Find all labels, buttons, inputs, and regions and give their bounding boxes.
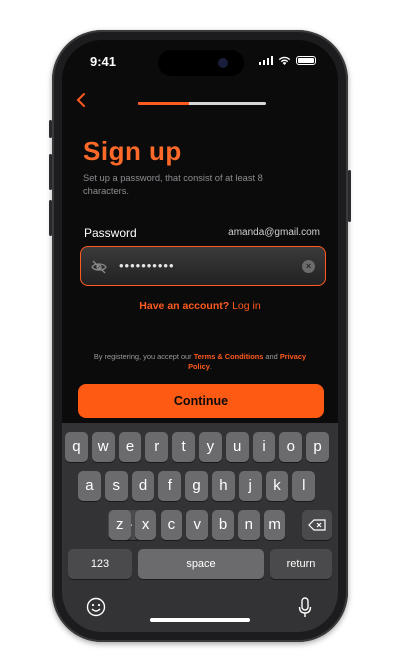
terms-text: By registering, you accept our Terms & C… (88, 352, 312, 372)
delete-key[interactable] (302, 510, 332, 540)
key-n[interactable]: n (238, 510, 260, 540)
screen: 9:41 Sign up Set up a password, that con… (62, 40, 338, 632)
login-prompt: Have an account? Log in (62, 300, 338, 312)
back-button[interactable] (76, 92, 86, 112)
key-e[interactable]: e (118, 432, 142, 462)
eye-off-icon[interactable] (91, 259, 107, 275)
page-subtitle: Set up a password, that consist of at le… (83, 173, 263, 196)
key-i[interactable]: i (252, 432, 276, 462)
numbers-key[interactable]: 123 (68, 549, 132, 579)
signal-icon (258, 56, 273, 65)
terms-link[interactable]: Terms & Conditions (194, 352, 264, 361)
email-display: amanda@gmail.com (228, 227, 320, 238)
key-v[interactable]: v (186, 510, 208, 540)
key-t[interactable]: t (172, 432, 195, 462)
key-g[interactable]: g (185, 471, 208, 501)
status-icons (258, 56, 316, 65)
battery-icon (296, 56, 316, 65)
key-h[interactable]: h (212, 471, 235, 501)
key-u[interactable]: u (225, 432, 249, 462)
return-key[interactable]: return (270, 549, 332, 579)
phone-frame: 9:41 Sign up Set up a password, that con… (49, 30, 351, 642)
key-c[interactable]: c (160, 510, 183, 540)
dynamic-island (158, 50, 244, 76)
key-d[interactable]: d (131, 471, 155, 501)
key-r[interactable]: r (145, 432, 169, 462)
space-key[interactable]: space (138, 549, 264, 579)
password-field[interactable]: •••••••••• × (80, 246, 326, 286)
power-button (348, 170, 351, 222)
emoji-face-icon (86, 597, 106, 617)
key-w[interactable]: w (91, 432, 115, 462)
key-x[interactable]: x (134, 510, 157, 540)
page-title: Sign up (83, 136, 182, 166)
key-a[interactable]: a (78, 471, 101, 501)
home-indicator (150, 618, 250, 622)
emoji-icon[interactable] (86, 597, 106, 622)
terms-prefix: By registering, you accept our (93, 352, 194, 361)
login-link[interactable]: Log in (232, 300, 261, 312)
keyboard: 123 space return qwertyuiop asdfghjkl zxcv… (62, 423, 338, 632)
microphone-icon[interactable] (298, 597, 312, 624)
key-p[interactable]: p (306, 432, 329, 462)
key-z[interactable]: z (109, 510, 131, 540)
continue-button[interactable]: Continue (78, 384, 324, 418)
have-account-text: Have an account? (139, 300, 230, 312)
mic-icon (298, 597, 312, 617)
wifi-icon (278, 56, 291, 65)
key-q[interactable]: q (65, 432, 88, 462)
clear-icon[interactable]: × (302, 260, 315, 273)
signup-progress-bar (138, 102, 266, 105)
backspace-icon (308, 519, 326, 531)
key-y[interactable]: y (199, 432, 222, 462)
camera-icon (218, 58, 228, 68)
volume-up-button (49, 154, 52, 190)
key-s[interactable]: s (104, 471, 128, 501)
key-b[interactable]: b (212, 510, 234, 540)
key-o[interactable]: o (279, 432, 303, 462)
terms-suffix: . (209, 362, 212, 371)
key-j[interactable]: j (238, 471, 262, 501)
key-k[interactable]: k (265, 471, 289, 501)
status-time: 9:41 (90, 54, 117, 69)
key-l[interactable]: l (292, 471, 316, 501)
progress-fill (138, 102, 190, 105)
mute-switch (49, 120, 52, 138)
key-f[interactable]: f (158, 471, 182, 501)
password-label: Password (84, 226, 137, 240)
volume-down-button (49, 200, 52, 236)
terms-middle: and (263, 352, 280, 361)
chevron-left-icon (76, 93, 85, 107)
password-input[interactable]: •••••••••• (119, 258, 175, 273)
key-m[interactable]: m (263, 510, 286, 540)
